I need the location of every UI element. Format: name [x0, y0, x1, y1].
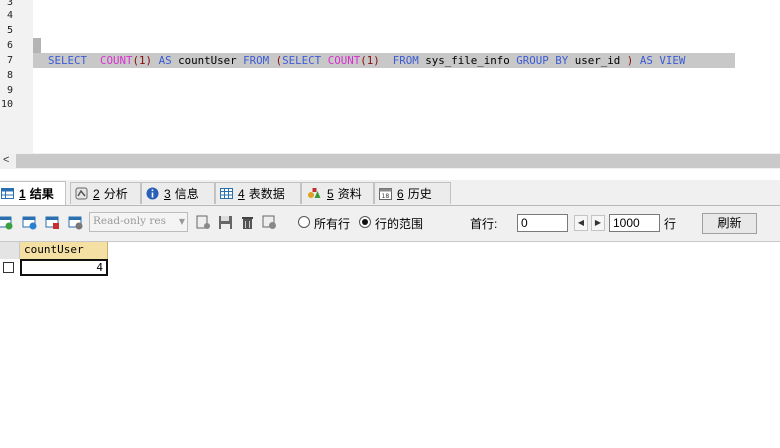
- tab-history[interactable]: 18 6 历史: [374, 182, 451, 204]
- line-number: 5: [7, 25, 14, 36]
- radio-row-range-label[interactable]: 行的范围: [375, 215, 423, 232]
- first-row-label: 首行:: [470, 217, 498, 231]
- tab-label: 结果: [29, 187, 54, 201]
- tab-number: 2: [93, 186, 100, 201]
- tab-number: 6: [397, 186, 404, 201]
- save-icon[interactable]: [218, 215, 233, 230]
- svg-text:18: 18: [382, 193, 390, 200]
- sql-token: SELECT: [282, 54, 322, 67]
- info-icon: [146, 187, 159, 200]
- sql-token: VIEW: [659, 54, 686, 67]
- tab-label: 信息: [174, 187, 199, 201]
- shapes-icon: [308, 188, 321, 198]
- sql-token: (1): [360, 54, 380, 67]
- line-number: 10: [1, 99, 14, 110]
- tab-number: 5: [327, 186, 334, 201]
- tab-label: 表数据: [248, 187, 285, 201]
- sql-token: GROUP BY: [516, 54, 569, 67]
- tab-label: 资料: [337, 187, 362, 201]
- scroll-left-icon[interactable]: <: [3, 154, 9, 166]
- first-row-input[interactable]: 0: [517, 214, 568, 232]
- grid-corner-header[interactable]: [0, 242, 20, 259]
- sql-token: COUNT: [327, 54, 361, 67]
- result-mode-dropdown[interactable]: Read-only res ▼: [89, 212, 188, 232]
- grid-cell[interactable]: 4: [20, 259, 108, 276]
- sql-token: FROM: [392, 54, 419, 67]
- refresh-button[interactable]: 刷新: [702, 213, 757, 234]
- sql-token: user_id: [568, 54, 627, 67]
- result-mode-value: Read-only res: [93, 215, 166, 227]
- line-number: 6: [7, 40, 14, 51]
- trash-icon[interactable]: [240, 215, 255, 230]
- tab-info-schema[interactable]: 5 资料: [301, 182, 374, 204]
- sql-query-line[interactable]: SELECT COUNT(1) AS countUser FROM (SELEC…: [48, 53, 685, 68]
- save-row-icon[interactable]: [22, 215, 37, 230]
- cancel-changes-icon[interactable]: [262, 215, 277, 230]
- tab-number: 1: [19, 186, 26, 201]
- editor-horizontal-scrollbar[interactable]: <: [0, 153, 780, 169]
- sql-editor[interactable]: 3 4 5 6 7 8 9 10 SELECT COUNT(1) AS coun…: [0, 0, 780, 153]
- radio-row-range[interactable]: [359, 216, 371, 228]
- scrollbar-thumb[interactable]: [16, 154, 780, 168]
- calendar-icon: 18: [379, 188, 392, 200]
- radio-all-rows-label[interactable]: 所有行: [314, 215, 350, 232]
- sql-token: FROM: [243, 54, 270, 67]
- sql-token: SELECT: [48, 54, 88, 67]
- line-number-gutter: 3 4 5 6 7 8 9 10: [0, 0, 33, 153]
- row-count-input[interactable]: 1000: [609, 214, 660, 232]
- result-grid-icon: [1, 188, 14, 199]
- tab-profiler[interactable]: 2 分析: [70, 182, 141, 204]
- sql-token: AS: [158, 54, 172, 67]
- line-number: 7: [7, 55, 14, 66]
- insert-row-icon[interactable]: [0, 215, 13, 230]
- sql-token: sys_file_info: [418, 54, 517, 67]
- prev-page-button[interactable]: ◀: [574, 215, 588, 231]
- tab-table-data[interactable]: 4 表数据: [215, 182, 301, 204]
- tab-result[interactable]: 1 结果: [0, 181, 66, 205]
- sql-token: countUser: [171, 54, 244, 67]
- line-number: 3: [7, 0, 14, 8]
- line-number: 8: [7, 70, 14, 81]
- column-header-countuser[interactable]: countUser: [20, 242, 108, 259]
- line-number: 4: [7, 10, 14, 21]
- delete-row-icon[interactable]: [45, 215, 60, 230]
- tab-number: 3: [164, 186, 171, 201]
- result-tabs-bar: 1 结果 2 分析 3 信息 4 表数据 5 资料 18 6 历史: [0, 180, 780, 206]
- refresh-rows-icon[interactable]: [68, 215, 83, 230]
- tab-number: 4: [238, 186, 245, 201]
- chevron-down-icon: ▼: [178, 217, 185, 226]
- radio-all-rows[interactable]: [298, 216, 310, 228]
- next-page-button[interactable]: ▶: [591, 215, 605, 231]
- table-data-icon: [220, 188, 233, 199]
- tab-info[interactable]: 3 信息: [141, 182, 215, 204]
- sql-token: AS: [639, 54, 653, 67]
- profiler-icon: [75, 187, 88, 200]
- tab-label: 历史: [407, 187, 432, 201]
- export-icon[interactable]: [196, 215, 211, 230]
- sql-token: (1): [132, 54, 153, 67]
- tab-label: 分析: [103, 187, 128, 201]
- line-number: 9: [7, 85, 14, 96]
- row-checkbox[interactable]: [3, 262, 14, 273]
- rows-label: 行: [664, 217, 677, 231]
- sql-token: COUNT: [100, 54, 133, 67]
